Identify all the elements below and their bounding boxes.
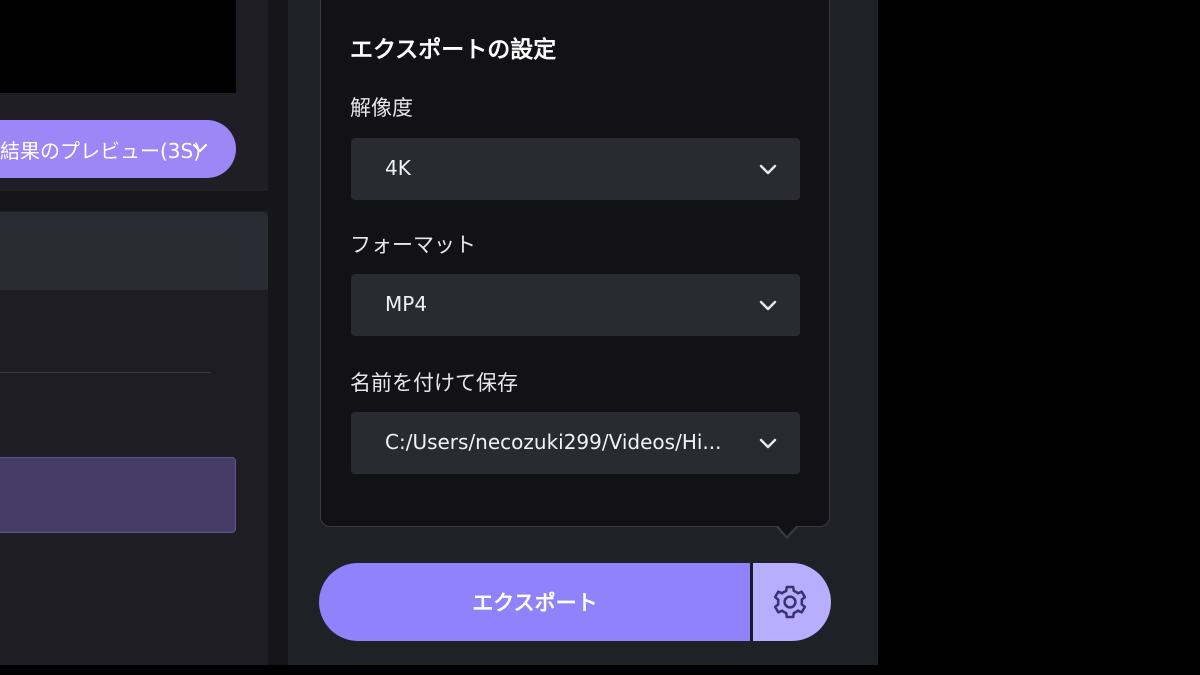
- export-button-label: エクスポート: [472, 591, 598, 615]
- resolution-value: 4K: [385, 156, 411, 180]
- format-value: MP4: [385, 292, 428, 316]
- video-preview: [0, 0, 236, 93]
- resolution-label: 解像度: [350, 96, 413, 120]
- chevron-down-icon: [759, 438, 777, 449]
- export-button[interactable]: エクスポート: [319, 563, 751, 641]
- chevron-down-icon: [759, 300, 777, 311]
- format-select[interactable]: MP4: [351, 274, 800, 336]
- chevron-down-icon: [192, 143, 208, 153]
- panel-gap: [0, 191, 268, 211]
- format-label: フォーマット: [350, 233, 476, 257]
- selected-item-box[interactable]: [0, 457, 236, 533]
- chevron-down-icon: [759, 164, 777, 175]
- save-path-value: C:/Users/necozuki299/Videos/Hi...: [385, 430, 722, 454]
- preview-result-button[interactable]: 結果のプレビュー(3S): [0, 120, 236, 178]
- export-settings-title: エクスポートの設定: [350, 37, 557, 63]
- panel-separator: [268, 0, 288, 665]
- export-settings-button[interactable]: [753, 563, 831, 641]
- resolution-select[interactable]: 4K: [351, 138, 800, 200]
- save-path-select[interactable]: C:/Users/necozuki299/Videos/Hi...: [351, 412, 800, 474]
- popover-tail: [778, 526, 796, 536]
- gear-icon: [773, 585, 807, 619]
- preview-result-label: 結果のプレビュー(3S): [0, 138, 202, 163]
- save-as-label: 名前を付けて保存: [350, 371, 518, 395]
- left-panel-header: [0, 212, 268, 290]
- left-panel-divider: [0, 372, 211, 373]
